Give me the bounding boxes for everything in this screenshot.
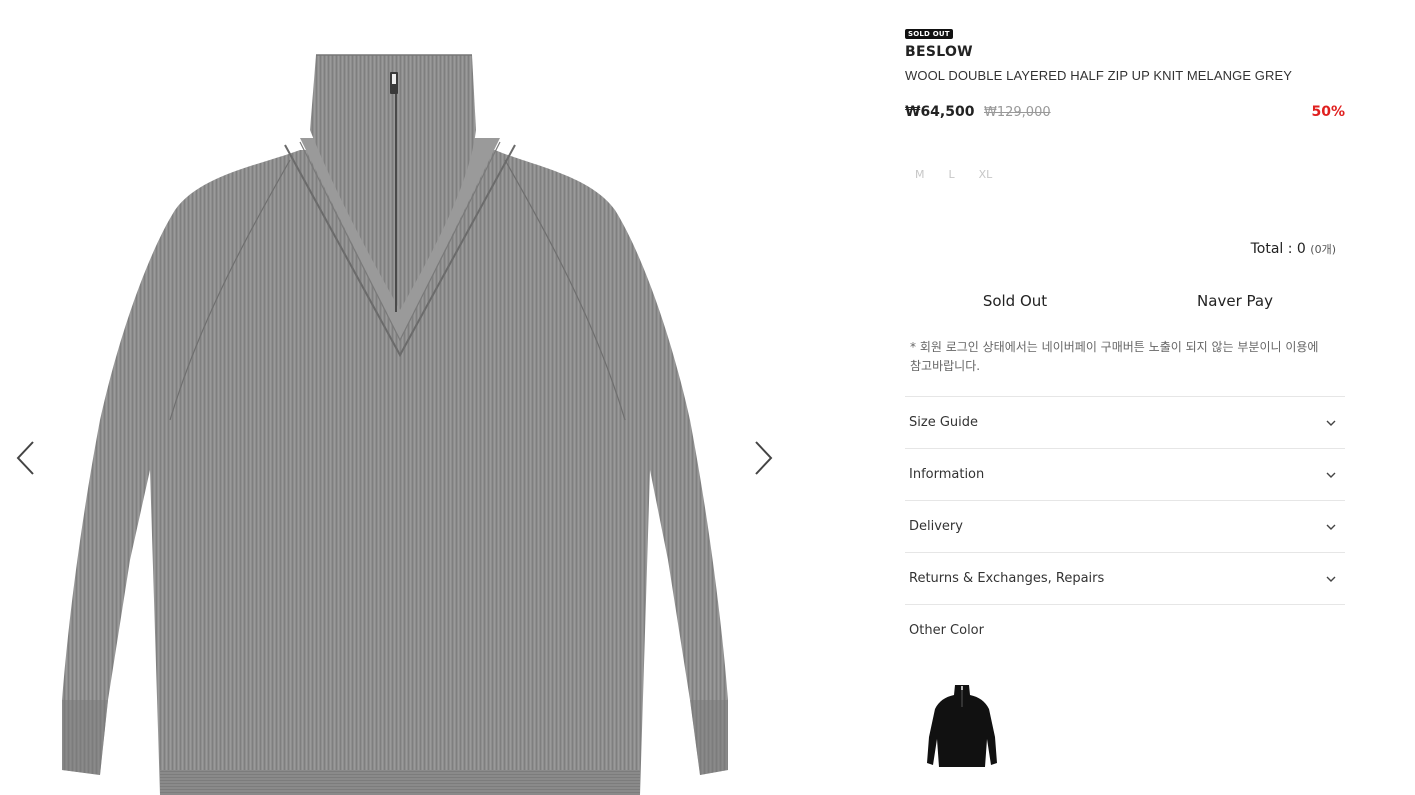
accordion-size-guide[interactable]: Size Guide bbox=[905, 396, 1345, 448]
other-color-label: Other Color bbox=[909, 623, 984, 638]
price-row: ₩64,500 ₩129,000 50% bbox=[905, 104, 1345, 122]
other-color-swatch-black[interactable] bbox=[919, 677, 1001, 771]
product-image bbox=[62, 54, 728, 795]
chevron-down-icon bbox=[1325, 417, 1337, 429]
size-option-xl[interactable]: XL bbox=[979, 168, 993, 184]
purchase-buttons: Sold Out Naver Pay bbox=[905, 284, 1345, 318]
brand-name: BESLOW bbox=[905, 44, 973, 60]
size-option-m[interactable]: M bbox=[915, 168, 925, 184]
chevron-down-icon bbox=[1325, 573, 1337, 585]
accordion-delivery[interactable]: Delivery bbox=[905, 500, 1345, 552]
product-gallery bbox=[0, 0, 790, 795]
accordion-label: Returns & Exchanges, Repairs bbox=[909, 571, 1105, 586]
size-options: M L XL bbox=[905, 168, 1006, 184]
size-option-l[interactable]: L bbox=[949, 168, 955, 184]
chevron-down-icon bbox=[1325, 469, 1337, 481]
accordion-label: Delivery bbox=[909, 519, 963, 534]
gallery-prev-button[interactable] bbox=[6, 437, 46, 479]
accordion-label: Information bbox=[909, 467, 985, 482]
discount-rate: 50% bbox=[1311, 104, 1345, 120]
sold-out-badge: SOLD OUT bbox=[905, 29, 953, 39]
sold-out-button[interactable]: Sold Out bbox=[905, 284, 1125, 318]
product-title: WOOL DOUBLE LAYERED HALF ZIP UP KNIT MEL… bbox=[905, 68, 1293, 83]
chevron-left-icon bbox=[16, 441, 34, 475]
gallery-next-button[interactable] bbox=[743, 437, 783, 479]
other-color-section: Other Color bbox=[905, 604, 1345, 767]
accordion-returns[interactable]: Returns & Exchanges, Repairs bbox=[905, 552, 1345, 604]
total-summary: Total : 0 (0개) bbox=[1251, 241, 1336, 257]
naver-pay-notice: * 회원 로그인 상태에서는 네이버페이 구매버튼 노출이 되지 않는 부분이니… bbox=[910, 340, 1319, 373]
info-accordion: Size Guide Information Delivery Returns … bbox=[905, 396, 1345, 604]
accordion-label: Size Guide bbox=[909, 415, 978, 430]
total-count: (0개) bbox=[1310, 243, 1336, 256]
sale-price: ₩64,500 bbox=[905, 104, 975, 120]
total-label: Total : 0 bbox=[1250, 241, 1306, 257]
original-price: ₩129,000 bbox=[984, 105, 1051, 120]
chevron-down-icon bbox=[1325, 521, 1337, 533]
accordion-information[interactable]: Information bbox=[905, 448, 1345, 500]
naver-pay-button[interactable]: Naver Pay bbox=[1125, 284, 1345, 318]
product-info: SOLD OUT BESLOW WOOL DOUBLE LAYERED HALF… bbox=[905, 0, 1345, 795]
chevron-right-icon bbox=[755, 441, 773, 475]
